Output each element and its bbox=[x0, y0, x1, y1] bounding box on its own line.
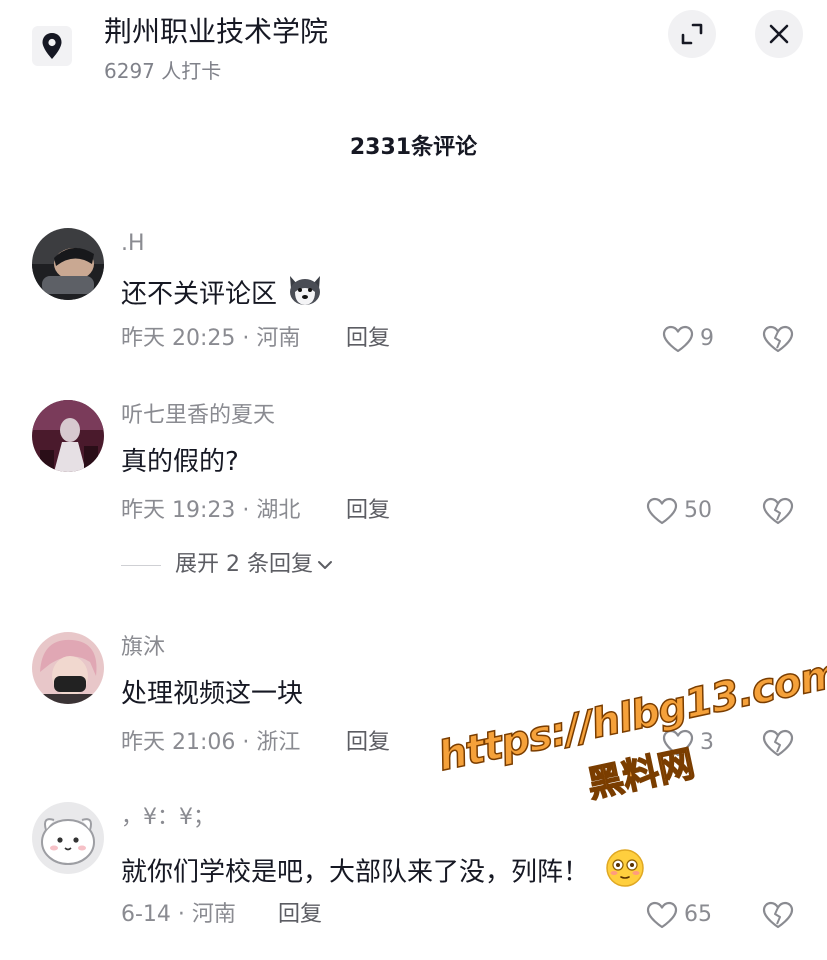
dislike-button[interactable] bbox=[762, 324, 794, 354]
comment-item: .H 还不关评论区 昨天 20:25 · 河南 回复 9 bbox=[0, 226, 827, 376]
comment-username[interactable]: 听七里香的夏天 bbox=[121, 402, 275, 430]
comment-username[interactable]: 旗沐 bbox=[121, 634, 165, 662]
like-count: 65 bbox=[684, 902, 712, 927]
location-header: 荆州职业技术学院 6297 人打卡 bbox=[0, 0, 827, 100]
reply-button[interactable]: 回复 bbox=[346, 496, 390, 526]
comment-text-content: 还不关评论区 bbox=[121, 279, 278, 310]
comment-time-location: 昨天 20:25 · 河南 bbox=[121, 326, 301, 351]
divider bbox=[121, 564, 161, 566]
dislike-button[interactable] bbox=[762, 900, 794, 930]
chevron-down-icon bbox=[317, 561, 332, 569]
flushed-face-emoji bbox=[605, 848, 645, 898]
comment-time-location: 昨天 19:23 · 湖北 bbox=[121, 498, 301, 523]
husky-dog-emoji bbox=[285, 272, 325, 318]
comment-item: 听七里香的夏天 真的假的? 昨天 19:23 · 湖北 回复 50 展开 2 条… bbox=[0, 398, 827, 588]
broken-heart-icon bbox=[762, 497, 794, 525]
expand-replies-label: 展开 2 条回复 bbox=[175, 552, 313, 577]
heart-icon bbox=[662, 325, 694, 353]
avatar[interactable] bbox=[32, 802, 104, 874]
close-icon bbox=[769, 24, 789, 44]
avatar[interactable] bbox=[32, 632, 104, 704]
minimize-button[interactable] bbox=[668, 10, 716, 58]
minimize-arrows-icon bbox=[681, 23, 703, 45]
comment-text: 就你们学校是吧，大部队来了没，列阵！ bbox=[121, 848, 645, 898]
reply-button[interactable]: 回复 bbox=[346, 728, 390, 758]
like-button[interactable]: 65 bbox=[646, 900, 712, 930]
reply-button[interactable]: 回复 bbox=[278, 900, 322, 930]
location-title[interactable]: 荆州职业技术学院 bbox=[104, 14, 328, 50]
comment-text: 真的假的? bbox=[121, 447, 239, 477]
broken-heart-icon bbox=[762, 901, 794, 929]
avatar[interactable] bbox=[32, 228, 104, 300]
location-pin-icon bbox=[32, 26, 72, 66]
broken-heart-icon bbox=[762, 325, 794, 353]
heart-icon bbox=[646, 497, 678, 525]
comment-count-title: 2331条评论 bbox=[349, 135, 478, 160]
like-button[interactable]: 50 bbox=[646, 496, 712, 526]
comment-username[interactable]: .H bbox=[121, 230, 145, 258]
comment-time-location: 昨天 21:06 · 浙江 bbox=[121, 730, 301, 755]
close-button[interactable] bbox=[755, 10, 803, 58]
comment-text: 处理视频这一块 bbox=[121, 679, 304, 709]
comment-username[interactable]: ，¥：¥； bbox=[121, 804, 215, 832]
like-button[interactable]: 9 bbox=[662, 324, 714, 354]
comment-text-content: 就你们学校是吧，大部队来了没，列阵！ bbox=[121, 857, 590, 888]
checkin-count: 6297 人打卡 bbox=[104, 59, 222, 83]
comment-time-location: 6-14 · 河南 bbox=[121, 902, 236, 927]
avatar[interactable] bbox=[32, 400, 104, 472]
comment-text: 还不关评论区 bbox=[121, 272, 325, 318]
dislike-button[interactable] bbox=[762, 496, 794, 526]
reply-button[interactable]: 回复 bbox=[346, 324, 390, 354]
like-count: 9 bbox=[700, 326, 714, 351]
comment-item: ，¥：¥； 就你们学校是吧，大部队来了没，列阵！ 6-14 · 河南 回复 65 bbox=[0, 802, 827, 952]
expand-replies-button[interactable]: 展开 2 条回复 bbox=[121, 550, 333, 580]
like-count: 50 bbox=[684, 498, 712, 523]
heart-icon bbox=[646, 901, 678, 929]
